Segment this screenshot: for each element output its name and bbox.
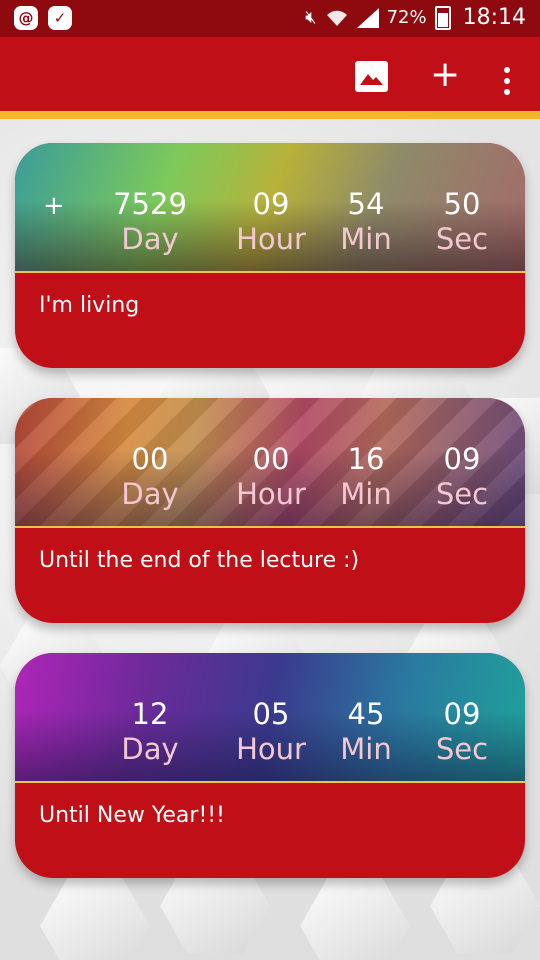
card-header-image: 00 Day 00 Hour 16 Min 09 Sec bbox=[15, 398, 525, 528]
sec-label: Sec bbox=[435, 477, 489, 511]
image-icon[interactable] bbox=[355, 61, 388, 92]
hour-value: 00 bbox=[252, 442, 290, 476]
hour-value: 09 bbox=[252, 187, 290, 221]
battery-icon bbox=[434, 5, 451, 30]
app-bar: + bbox=[0, 37, 540, 119]
min-label: Min bbox=[340, 222, 392, 256]
mute-icon: 🔇︎ bbox=[305, 7, 317, 28]
signal-icon bbox=[356, 7, 379, 28]
hour-label: Hour bbox=[236, 222, 306, 256]
min-value: 54 bbox=[347, 187, 385, 221]
sec-value: 50 bbox=[443, 187, 481, 221]
day-label: Day bbox=[121, 732, 179, 766]
countdown-card[interactable]: 12 Day 05 Hour 45 Min 09 Sec Until New Y… bbox=[15, 653, 525, 878]
sec-unit: 50 Sec bbox=[407, 187, 517, 257]
day-label: Day bbox=[121, 222, 179, 256]
day-unit: 7529 Day bbox=[95, 187, 205, 257]
hour-label: Hour bbox=[236, 477, 306, 511]
card-header-image: 12 Day 05 Hour 45 Min 09 Sec bbox=[15, 653, 525, 783]
min-unit: 54 Min bbox=[311, 187, 421, 257]
min-unit: 16 Min bbox=[311, 442, 421, 512]
hour-unit: 09 Hour bbox=[216, 187, 326, 257]
sec-label: Sec bbox=[435, 222, 489, 256]
countdown-card[interactable]: + 7529 Day 09 Hour 54 Min 50 Sec I'm liv… bbox=[15, 143, 525, 368]
more-options-icon[interactable] bbox=[500, 67, 514, 95]
day-value: 7529 bbox=[113, 187, 187, 221]
status-bar: @ ✓ 🔇︎ 72% 18:14 bbox=[0, 0, 540, 37]
day-value: 12 bbox=[131, 697, 169, 731]
hour-unit: 00 Hour bbox=[216, 442, 326, 512]
hour-unit: 05 Hour bbox=[216, 697, 326, 767]
day-label: Day bbox=[121, 477, 179, 511]
min-value: 45 bbox=[347, 697, 385, 731]
hour-label: Hour bbox=[236, 732, 306, 766]
hour-value: 05 bbox=[252, 697, 290, 731]
sec-unit: 09 Sec bbox=[407, 442, 517, 512]
day-unit: 12 Day bbox=[95, 697, 205, 767]
min-value: 16 bbox=[347, 442, 385, 476]
min-unit: 45 Min bbox=[311, 697, 421, 767]
min-label: Min bbox=[340, 732, 392, 766]
sec-value: 09 bbox=[443, 697, 481, 731]
sign-indicator: + bbox=[43, 191, 65, 221]
sec-unit: 09 Sec bbox=[407, 697, 517, 767]
battery-percent: 72% bbox=[386, 7, 427, 28]
add-icon[interactable]: + bbox=[430, 57, 460, 93]
card-note: I'm living bbox=[39, 293, 140, 318]
sec-value: 09 bbox=[443, 442, 481, 476]
day-value: 00 bbox=[131, 442, 169, 476]
min-label: Min bbox=[340, 477, 392, 511]
card-note: Until New Year!!! bbox=[39, 803, 225, 828]
countdown-card[interactable]: 00 Day 00 Hour 16 Min 09 Sec Until the e… bbox=[15, 398, 525, 623]
wifi-icon bbox=[326, 10, 347, 26]
card-header-image: + 7529 Day 09 Hour 54 Min 50 Sec bbox=[15, 143, 525, 273]
day-unit: 00 Day bbox=[95, 442, 205, 512]
clock: 18:14 bbox=[462, 5, 526, 30]
app-notification-icon: @ bbox=[14, 6, 38, 30]
sec-label: Sec bbox=[435, 732, 489, 766]
check-notification-icon: ✓ bbox=[48, 6, 72, 30]
card-note: Until the end of the lecture :) bbox=[39, 548, 360, 573]
